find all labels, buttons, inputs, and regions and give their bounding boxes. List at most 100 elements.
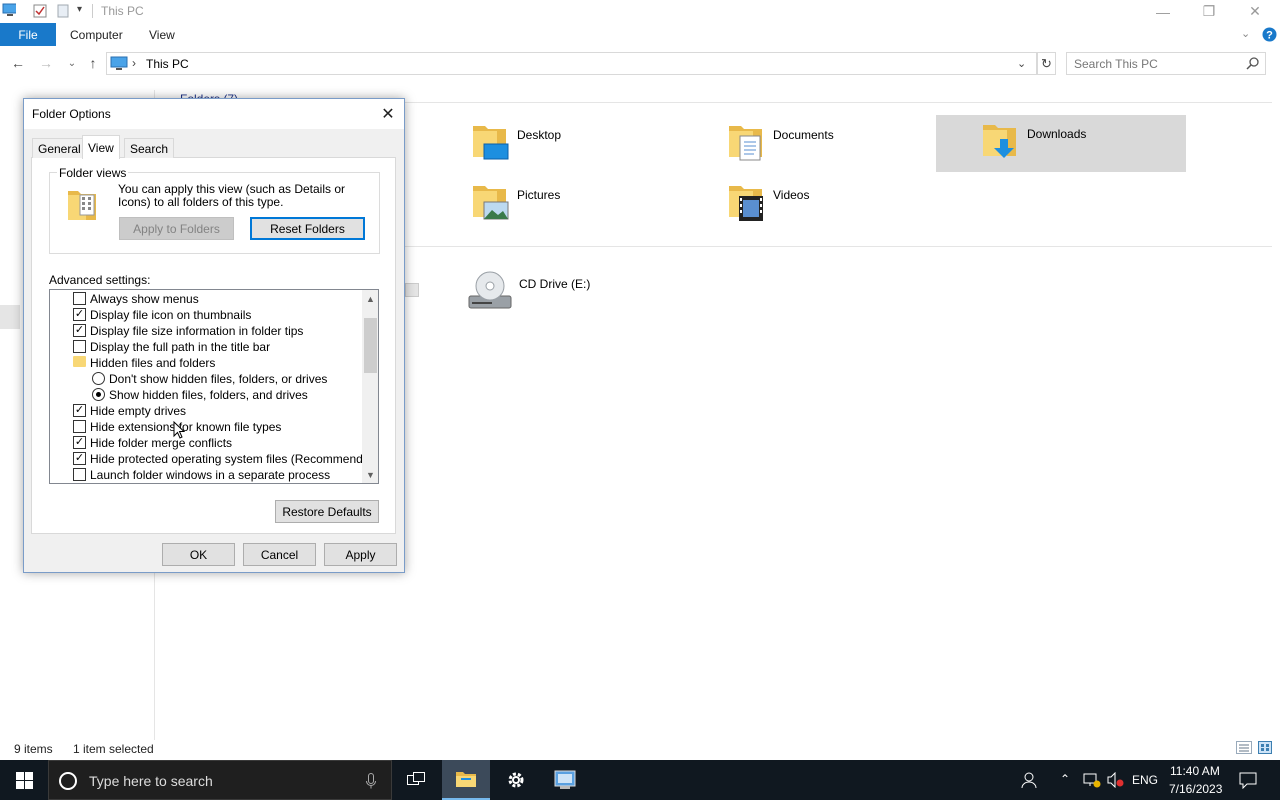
folder-item-pictures[interactable]: Pictures xyxy=(470,176,720,232)
clock-date[interactable]: 7/16/2023 xyxy=(1169,782,1222,796)
taskbar-settings[interactable] xyxy=(492,760,540,800)
checkbox-checked[interactable]: ✓ xyxy=(73,436,86,449)
refresh-button[interactable]: ↻ xyxy=(1037,52,1056,75)
restore-button[interactable]: ❐ xyxy=(1186,0,1232,23)
setting-row[interactable]: ✓ Hide folder merge conflicts xyxy=(50,435,360,451)
taskbar-search-box[interactable]: Type here to search xyxy=(48,760,392,800)
setting-group-row[interactable]: Hidden files and folders xyxy=(50,355,360,371)
setting-row[interactable]: Show hidden files, folders, and drives xyxy=(50,387,360,403)
folder-item-desktop[interactable]: Desktop xyxy=(470,116,720,172)
search-icon xyxy=(1246,57,1259,70)
cancel-button[interactable]: Cancel xyxy=(243,543,316,566)
expand-ribbon-icon[interactable]: ⌄ xyxy=(1241,27,1250,40)
this-pc-icon xyxy=(110,56,128,70)
details-view-icon[interactable] xyxy=(1236,741,1252,754)
new-folder-icon[interactable] xyxy=(56,4,70,18)
window-title: This PC xyxy=(101,4,144,18)
tab-search[interactable]: Search xyxy=(124,138,175,158)
forward-icon[interactable]: → xyxy=(38,54,54,72)
section-collapse-icon[interactable] xyxy=(405,283,419,297)
setting-row[interactable]: Launch folder windows in a separate proc… xyxy=(50,467,360,483)
radio[interactable] xyxy=(92,372,105,385)
advanced-settings-label: Advanced settings: xyxy=(49,273,151,287)
folder-label: Desktop xyxy=(517,128,562,142)
search-input[interactable]: Search This PC xyxy=(1066,52,1266,75)
setting-row[interactable]: ✓ Display file icon on thumbnails xyxy=(50,307,360,323)
tab-file[interactable]: File xyxy=(0,23,56,46)
checkbox[interactable] xyxy=(73,468,86,481)
tab-view-active[interactable]: View xyxy=(82,135,120,159)
customize-quick-access-icon[interactable]: ▾ xyxy=(77,4,82,15)
taskbar-file-explorer[interactable] xyxy=(442,760,490,800)
setting-label: Display the full path in the title bar xyxy=(90,340,271,354)
people-icon[interactable] xyxy=(1021,771,1039,789)
folder-label: Pictures xyxy=(517,188,561,202)
close-window-button[interactable]: ✕ xyxy=(1232,0,1278,23)
volume-muted-icon[interactable] xyxy=(1106,772,1124,788)
scroll-up-icon[interactable]: ▲ xyxy=(362,290,378,307)
apply-to-folders-button[interactable]: Apply to Folders xyxy=(119,217,234,240)
setting-row[interactable]: ✓ Hide empty drives xyxy=(50,403,360,419)
microphone-icon[interactable] xyxy=(366,773,376,789)
setting-label: Hidden files and folders xyxy=(90,356,216,370)
task-view-button[interactable] xyxy=(392,760,440,800)
taskbar-search-placeholder: Type here to search xyxy=(89,773,213,789)
scrollbar-thumb[interactable] xyxy=(364,318,377,373)
language-indicator[interactable]: ENG xyxy=(1132,773,1158,787)
advanced-settings-list[interactable]: Always show menus ✓ Display file icon on t… xyxy=(49,289,379,484)
folder-item-downloads[interactable]: Downloads xyxy=(936,115,1186,172)
folder-views-group: Folder views You can apply this view (su… xyxy=(49,166,380,254)
breadcrumb[interactable]: This PC xyxy=(146,57,189,71)
network-icon[interactable] xyxy=(1083,772,1101,788)
setting-row[interactable]: Hide extensions for known file types xyxy=(50,419,360,435)
folder-item-videos[interactable]: Videos xyxy=(726,176,976,232)
recent-locations-icon[interactable]: ⌄ xyxy=(64,54,80,72)
action-center-icon[interactable] xyxy=(1239,771,1257,789)
setting-label: Hide empty drives xyxy=(90,404,187,418)
setting-row[interactable]: ✓ Hide protected operating system files (… xyxy=(50,451,378,467)
setting-row[interactable]: Don't show hidden files, folders, or dri… xyxy=(50,371,360,387)
large-icons-view-icon[interactable] xyxy=(1258,741,1272,754)
checkbox-checked[interactable]: ✓ xyxy=(73,308,86,321)
scroll-down-icon[interactable]: ▼ xyxy=(362,466,378,483)
vertical-scrollbar[interactable]: ▲ ▼ xyxy=(362,290,378,483)
checkbox-checked[interactable]: ✓ xyxy=(73,452,86,465)
setting-row[interactable]: Always show menus xyxy=(50,291,360,307)
back-icon[interactable]: ← xyxy=(10,54,26,72)
taskbar-control-panel[interactable] xyxy=(541,760,589,800)
checkbox[interactable] xyxy=(73,340,86,353)
drive-item-cd[interactable]: CD Drive (E:) xyxy=(468,264,718,320)
tab-general[interactable]: General xyxy=(32,138,87,158)
ok-button[interactable]: OK xyxy=(162,543,235,566)
checkbox-checked[interactable]: ✓ xyxy=(73,404,86,417)
breadcrumb-separator-icon[interactable]: › xyxy=(132,56,136,70)
address-dropdown-icon[interactable]: ⌄ xyxy=(1017,57,1026,70)
setting-label: Display file size information in folder … xyxy=(90,324,304,338)
setting-row[interactable]: Display the full path in the title bar xyxy=(50,339,360,355)
help-icon[interactable]: ? xyxy=(1262,27,1277,42)
up-icon[interactable]: ↑ xyxy=(85,54,101,72)
properties-icon[interactable] xyxy=(33,4,47,18)
setting-row[interactable]: ✓ Display file size information in folder… xyxy=(50,323,360,339)
tab-view[interactable]: View xyxy=(149,28,175,42)
show-hidden-icons-icon[interactable]: ⌃ xyxy=(1060,772,1070,786)
minimize-button[interactable]: — xyxy=(1140,0,1186,23)
radio-selected[interactable] xyxy=(92,388,105,401)
status-bar: 9 items 1 item selected xyxy=(0,740,1280,760)
tab-computer[interactable]: Computer xyxy=(70,28,123,42)
start-button[interactable] xyxy=(0,760,48,800)
restore-defaults-button[interactable]: Restore Defaults xyxy=(275,500,379,523)
checkbox[interactable] xyxy=(73,420,86,433)
address-bar[interactable]: › This PC xyxy=(106,52,1037,75)
title-bar: ▾ This PC — ❐ ✕ xyxy=(0,0,1280,23)
setting-label: Hide folder merge conflicts xyxy=(90,436,233,450)
cortana-icon xyxy=(59,772,77,790)
clock-time[interactable]: 11:40 AM xyxy=(1170,764,1220,778)
reset-folders-button[interactable]: Reset Folders xyxy=(250,217,365,240)
apply-button[interactable]: Apply xyxy=(324,543,397,566)
checkbox-checked[interactable]: ✓ xyxy=(73,324,86,337)
nav-pane-selected-item[interactable] xyxy=(0,305,20,329)
checkbox[interactable] xyxy=(73,292,86,305)
dialog-close-icon[interactable]: ✕ xyxy=(376,103,400,125)
ribbon-tabs: File Computer View ⌄ ? xyxy=(0,23,1280,46)
